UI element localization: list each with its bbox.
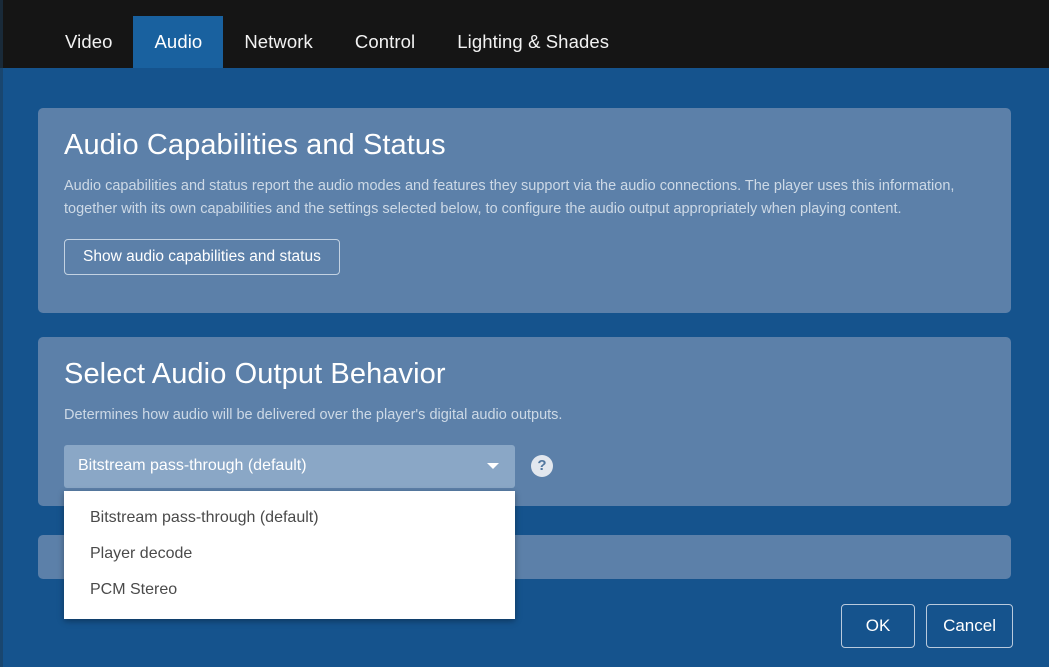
dropdown-option-player-decode[interactable]: Player decode <box>64 536 515 572</box>
tab-lighting-and-shades-label: Lighting & Shades <box>457 31 610 52</box>
tab-list: Video Audio Network Control Lighting & S… <box>44 0 630 68</box>
dropdown-option-bitstream-pass-through[interactable]: Bitstream pass-through (default) <box>64 500 515 536</box>
tab-network-label: Network <box>244 31 313 52</box>
audio-output-select-row: Bitstream pass-through (default) ? <box>64 444 1011 488</box>
tab-control-label: Control <box>354 31 416 52</box>
cancel-button[interactable]: Cancel <box>926 604 1013 648</box>
tab-network[interactable]: Network <box>223 16 334 68</box>
audio-capabilities-card: Audio Capabilities and Status Audio capa… <box>38 108 1011 313</box>
question-mark-icon[interactable]: ? <box>531 455 553 478</box>
chevron-down-icon <box>487 463 499 470</box>
settings-dialog: Video Audio Network Control Lighting & S… <box>0 0 1049 667</box>
audio-output-select[interactable]: Bitstream pass-through (default) <box>64 444 515 488</box>
dropdown-option-pcm-stereo[interactable]: PCM Stereo <box>64 572 515 608</box>
audio-output-dropdown-list[interactable]: Bitstream pass-through (default) Player … <box>64 491 515 619</box>
tab-control[interactable]: Control <box>334 16 436 68</box>
dialog-footer: OK Cancel <box>841 604 1013 648</box>
audio-output-behavior-description: Determines how audio will be delivered o… <box>64 406 563 423</box>
audio-capabilities-title: Audio Capabilities and Status <box>64 129 446 161</box>
tab-bar: Video Audio Network Control Lighting & S… <box>0 0 1049 68</box>
show-audio-capabilities-button[interactable]: Show audio capabilities and status <box>64 238 340 275</box>
tab-video[interactable]: Video <box>44 16 133 68</box>
audio-capabilities-description: Audio capabilities and status report the… <box>64 177 955 217</box>
tab-video-label: Video <box>65 31 113 52</box>
audio-output-select-value: Bitstream pass-through (default) <box>78 457 307 475</box>
tab-lighting-and-shades[interactable]: Lighting & Shades <box>436 16 630 68</box>
window-left-edge <box>0 0 3 667</box>
tab-audio-label: Audio <box>154 31 203 52</box>
audio-output-behavior-card: Select Audio Output Behavior Determines … <box>38 337 1011 506</box>
ok-button[interactable]: OK <box>841 604 916 648</box>
audio-output-behavior-title: Select Audio Output Behavior <box>64 358 446 390</box>
tab-audio[interactable]: Audio <box>133 16 224 68</box>
